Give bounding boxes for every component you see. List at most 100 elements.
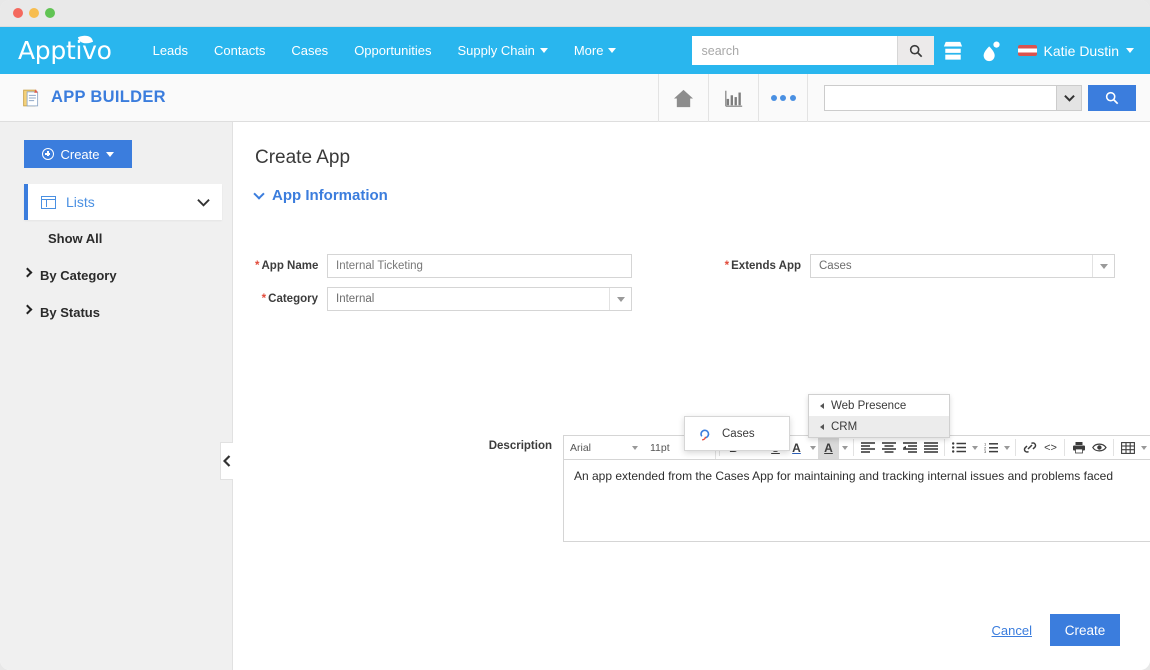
font-family-select[interactable]: Arial xyxy=(564,436,644,459)
more-options-button[interactable] xyxy=(758,74,808,122)
cancel-button[interactable]: Cancel xyxy=(992,623,1032,638)
justify-button[interactable] xyxy=(920,436,941,459)
numbered-list-button[interactable]: 1 2 3 xyxy=(980,436,1001,459)
category-value: Internal xyxy=(328,293,609,305)
chevron-down-icon xyxy=(253,188,264,199)
caret-down-icon xyxy=(1092,255,1114,277)
eye-icon xyxy=(1092,442,1107,453)
cases-question-icon xyxy=(698,426,713,441)
bar-chart-icon xyxy=(724,88,744,108)
module-search-dropdown[interactable] xyxy=(1056,85,1082,111)
global-search-button[interactable] xyxy=(897,36,934,65)
nav-item-cases[interactable]: Cases xyxy=(278,43,341,58)
sidebar-item-by-status[interactable]: By Status xyxy=(0,294,232,331)
module-search-button[interactable] xyxy=(1088,85,1136,111)
extends-app-select[interactable]: Cases xyxy=(810,254,1115,278)
store-icon xyxy=(942,41,964,61)
create-dropdown-button[interactable]: Create xyxy=(24,140,132,168)
nav-label: More xyxy=(574,43,604,58)
app-name-label: *App Name xyxy=(255,260,318,272)
link-icon xyxy=(1023,441,1037,454)
module-search xyxy=(808,85,1150,111)
country-flag-icon xyxy=(1018,45,1037,56)
sidebar-item-by-category[interactable]: By Category xyxy=(0,257,232,294)
main-nav-links: Leads Contacts Cases Opportunities Suppl… xyxy=(140,43,630,58)
section-app-information[interactable]: App Information xyxy=(255,187,1120,204)
app-name-input[interactable] xyxy=(327,254,632,278)
submenu-option-cases[interactable]: Cases xyxy=(685,422,789,445)
minimize-window-button[interactable] xyxy=(29,8,39,18)
chevron-down-icon xyxy=(1126,48,1134,53)
align-left-button[interactable] xyxy=(857,436,878,459)
category-label: *Category xyxy=(255,293,318,305)
toolbar-divider xyxy=(1113,439,1114,456)
home-button[interactable] xyxy=(658,74,708,122)
three-dots-icon xyxy=(771,95,796,101)
numbered-list-dropdown[interactable] xyxy=(1001,436,1012,459)
water-drop-icon xyxy=(981,40,1001,62)
link-button[interactable] xyxy=(1019,436,1040,459)
form-row-1: *App Name *Extends App Cases xyxy=(255,254,1120,278)
bullet-list-button[interactable] xyxy=(948,436,969,459)
nav-item-leads[interactable]: Leads xyxy=(140,43,201,58)
nav-item-supply-chain[interactable]: Supply Chain xyxy=(445,43,561,58)
chevron-down-icon xyxy=(197,198,210,207)
nav-label: Cases xyxy=(291,43,328,58)
table-icon xyxy=(1121,442,1135,454)
apps-button[interactable] xyxy=(972,27,1010,74)
left-sidebar: Create Lists Show All By Category By Sta… xyxy=(0,122,233,670)
extends-app-dropdown-menu: Web Presence CRM xyxy=(808,394,950,438)
user-menu[interactable]: Katie Dustin xyxy=(1018,43,1138,59)
preview-button[interactable] xyxy=(1089,436,1110,459)
content-area: Create Lists Show All By Category By Sta… xyxy=(0,122,1150,670)
nav-item-contacts[interactable]: Contacts xyxy=(201,43,278,58)
dropdown-option-crm[interactable]: CRM xyxy=(809,416,949,437)
reports-button[interactable] xyxy=(708,74,758,122)
apptivo-logo[interactable]: Apptivo xyxy=(18,36,118,65)
caret-down-icon xyxy=(106,152,114,157)
printer-icon xyxy=(1072,441,1086,454)
sidebar-collapse-handle[interactable] xyxy=(220,442,233,480)
plus-circle-icon xyxy=(42,148,54,160)
module-search-input[interactable] xyxy=(824,85,1056,111)
window-titlebar xyxy=(0,0,1150,27)
sidebar-item-show-all[interactable]: Show All xyxy=(0,220,232,257)
sidebar-item-lists[interactable]: Lists xyxy=(24,184,222,220)
highlight-color-dropdown[interactable] xyxy=(839,436,850,459)
create-app-form: Create App App Information *App Name *Ex… xyxy=(233,122,1150,670)
numbered-list-icon: 1 2 3 xyxy=(984,442,998,453)
text-color-dropdown[interactable] xyxy=(807,436,818,459)
nav-label: Opportunities xyxy=(354,43,431,58)
page-module-title: APP BUILDER xyxy=(51,88,166,107)
category-select[interactable]: Internal xyxy=(327,287,632,311)
global-search-input[interactable] xyxy=(692,36,897,65)
table-dropdown[interactable] xyxy=(1138,436,1149,459)
close-window-button[interactable] xyxy=(13,8,23,18)
align-left-icon xyxy=(861,442,875,453)
crm-submenu: Cases xyxy=(684,416,790,451)
maximize-window-button[interactable] xyxy=(45,8,55,18)
home-icon xyxy=(672,88,695,109)
table-button[interactable] xyxy=(1117,436,1138,459)
field-app-name: *App Name xyxy=(255,254,632,278)
outdent-icon xyxy=(903,442,917,453)
bullet-list-dropdown[interactable] xyxy=(969,436,980,459)
align-center-button[interactable] xyxy=(878,436,899,459)
print-button[interactable] xyxy=(1068,436,1089,459)
form-actions: Cancel Create xyxy=(992,614,1120,646)
store-button[interactable] xyxy=(934,27,972,74)
nav-item-opportunities[interactable]: Opportunities xyxy=(341,43,444,58)
highlight-color-button[interactable]: A xyxy=(818,436,839,459)
nav-item-more[interactable]: More xyxy=(561,43,630,58)
app-window: Apptivo Leads Contacts Cases Opportuniti… xyxy=(0,0,1150,670)
font-family-value: Arial xyxy=(570,442,591,454)
source-code-button[interactable]: <> xyxy=(1040,436,1061,459)
field-category: *Category Internal xyxy=(255,287,632,311)
description-textarea[interactable]: An app extended from the Cases App for m… xyxy=(563,460,1150,542)
dropdown-option-web-presence[interactable]: Web Presence xyxy=(809,395,949,416)
caret-down-icon xyxy=(632,446,638,450)
chevron-left-icon xyxy=(223,455,231,467)
description-label: Description xyxy=(480,440,552,452)
create-app-submit-button[interactable]: Create xyxy=(1050,614,1120,646)
outdent-button[interactable] xyxy=(899,436,920,459)
